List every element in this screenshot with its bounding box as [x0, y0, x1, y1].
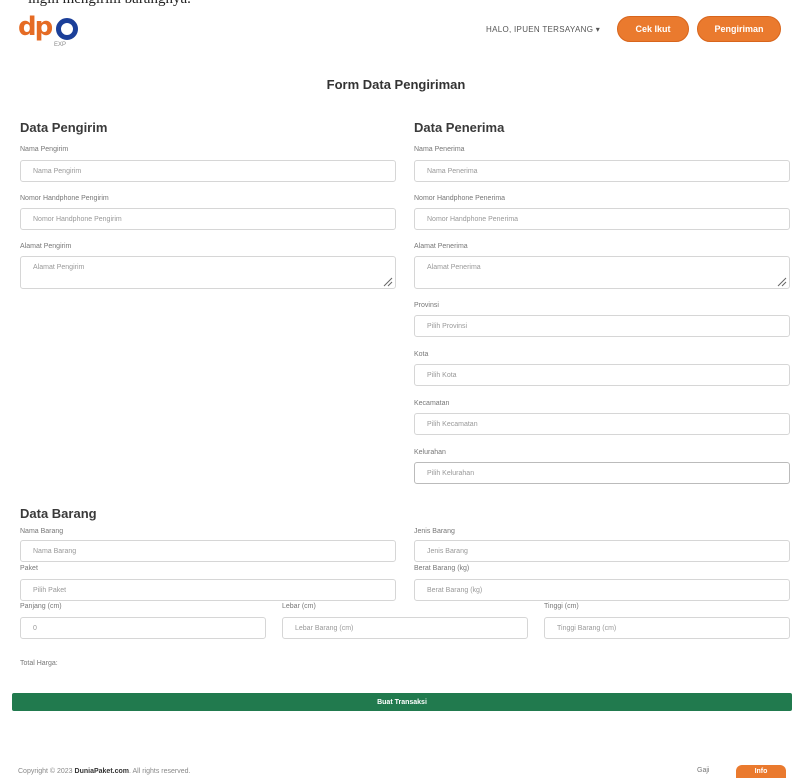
- logo-mark: [56, 18, 78, 40]
- panjang-input[interactable]: 0: [20, 617, 266, 639]
- buat-transaksi-button[interactable]: Buat Transaksi: [12, 693, 792, 711]
- logo[interactable]: dp EXP: [14, 12, 78, 48]
- nama-penerima-input[interactable]: Nama Penerima: [414, 160, 790, 182]
- provinsi-select[interactable]: Pilih Provinsi: [414, 315, 790, 337]
- jenis-barang-label: Jenis Barang: [414, 528, 455, 535]
- tinggi-input[interactable]: Tinggi Barang (cm): [544, 617, 790, 639]
- page-title: Form Data Pengiriman: [326, 77, 466, 92]
- jenis-barang-input[interactable]: Jenis Barang: [414, 540, 790, 562]
- footer-copyright-prefix: Copyright © 2023: [18, 768, 75, 775]
- alamat-penerima-textarea[interactable]: Alamat Penerima: [414, 256, 790, 289]
- lebar-input[interactable]: Lebar Barang (cm): [282, 617, 528, 639]
- footer-link[interactable]: Gaji: [697, 767, 709, 774]
- cek-button[interactable]: Cek Ikut: [617, 16, 689, 42]
- caption-text: ingin mengirim barangnya.: [28, 0, 191, 8]
- user-menu[interactable]: HALO, IPUEN TERSAYANG ▾: [486, 25, 600, 34]
- pengirim-section-title: Data Pengirim: [20, 120, 108, 135]
- nama-pengirim-label: Nama Pengirim: [20, 146, 69, 153]
- alamat-penerima-placeholder: Alamat Penerima: [427, 264, 481, 271]
- navbar: dp EXP HALO, IPUEN TERSAYANG ▾ Cek Ikut …: [0, 8, 792, 48]
- panjang-label: Panjang (cm): [20, 603, 62, 610]
- kelurahan-select[interactable]: Pilih Kelurahan: [414, 462, 790, 484]
- total-harga-label: Total Harga:: [20, 660, 58, 667]
- kecamatan-select[interactable]: Pilih Kecamatan: [414, 413, 790, 435]
- penerima-section-title: Data Penerima: [414, 120, 505, 135]
- resize-handle-icon[interactable]: [381, 275, 393, 287]
- alamat-pengirim-placeholder: Alamat Pengirim: [33, 264, 85, 271]
- alamat-pengirim-label: Alamat Pengirim: [20, 243, 72, 250]
- alamat-penerima-label: Alamat Penerima: [414, 243, 468, 250]
- hp-penerima-input[interactable]: Nomor Handphone Penerima: [414, 208, 790, 230]
- nama-pengirim-input[interactable]: Nama Pengirim: [20, 160, 396, 182]
- resize-handle-icon[interactable]: [775, 275, 787, 287]
- logo-text: dp: [18, 12, 53, 42]
- alamat-pengirim-textarea[interactable]: Alamat Pengirim: [20, 256, 396, 289]
- pengiriman-button[interactable]: Pengiriman: [697, 16, 781, 42]
- hp-pengirim-input[interactable]: Nomor Handphone Pengirim: [20, 208, 396, 230]
- berat-barang-label: Berat Barang (kg): [414, 565, 470, 572]
- footer-brand[interactable]: DuniaPaket.com: [75, 768, 129, 775]
- footer-copyright-suffix: . All rights reserved.: [129, 768, 191, 775]
- provinsi-label: Provinsi: [414, 302, 439, 309]
- footer-copyright: Copyright © 2023 DuniaPaket.com. All rig…: [18, 768, 190, 775]
- nama-penerima-label: Nama Penerima: [414, 146, 465, 153]
- paket-label: Paket: [20, 565, 38, 572]
- hp-pengirim-label: Nomor Handphone Pengirim: [20, 195, 109, 202]
- logo-subtext: EXP: [54, 42, 67, 48]
- footer-button[interactable]: Info: [736, 765, 786, 778]
- kota-select[interactable]: Pilih Kota: [414, 364, 790, 386]
- lebar-label: Lebar (cm): [282, 603, 316, 610]
- tinggi-label: Tinggi (cm): [544, 603, 579, 610]
- nama-barang-label: Nama Barang: [20, 528, 64, 535]
- berat-barang-input[interactable]: Berat Barang (kg): [414, 579, 790, 601]
- hp-penerima-label: Nomor Handphone Penerima: [414, 195, 506, 202]
- kelurahan-label: Kelurahan: [414, 449, 446, 456]
- kota-label: Kota: [414, 351, 429, 358]
- nama-barang-input[interactable]: Nama Barang: [20, 540, 396, 562]
- barang-section-title: Data Barang: [20, 506, 97, 521]
- kecamatan-label: Kecamatan: [414, 400, 450, 407]
- paket-select[interactable]: Pilih Paket: [20, 579, 396, 601]
